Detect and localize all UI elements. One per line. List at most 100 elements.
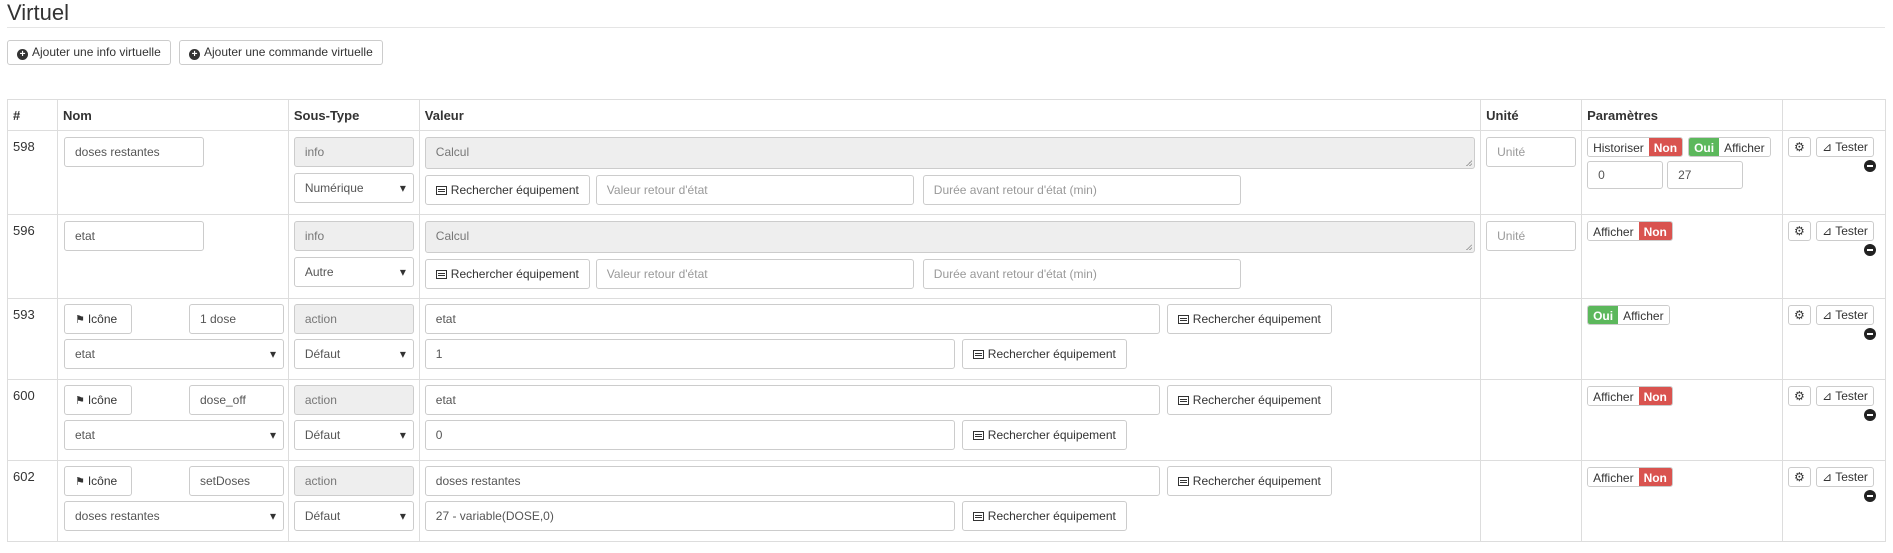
target-select[interactable]: doses restantes xyxy=(63,501,284,531)
list-icon xyxy=(1177,477,1189,486)
name-input[interactable]: 1 dose xyxy=(188,304,284,334)
icon-button[interactable]: ⚑ Icône xyxy=(63,304,132,334)
search-equipment-button[interactable]: Rechercher équipement xyxy=(961,501,1127,531)
resize-handle[interactable] xyxy=(1465,244,1472,250)
command-input[interactable]: etat xyxy=(424,385,1160,415)
table-row: 602 ⚑Icône setDoses doses restantes acti… xyxy=(7,460,1886,542)
cogs-icon: ⚙ xyxy=(1794,140,1805,154)
target-select[interactable]: etat xyxy=(63,339,284,369)
remove-icon[interactable] xyxy=(1864,490,1877,502)
command-input[interactable]: doses restantes xyxy=(424,466,1160,496)
test-button[interactable]: ⊿ Tester xyxy=(1816,221,1874,241)
list-icon xyxy=(972,431,984,440)
subtype-select[interactable]: Défaut xyxy=(293,501,414,531)
search-equipment-button[interactable]: Rechercher équipement xyxy=(424,175,590,205)
subtype-select[interactable]: Défaut xyxy=(293,339,414,369)
remove-icon[interactable] xyxy=(1864,244,1877,256)
display-toggle[interactable]: Afficher Non xyxy=(1587,221,1673,241)
test-button[interactable]: ⊿ Tester xyxy=(1816,386,1874,406)
search-equipment-button[interactable]: Rechercher équipement xyxy=(1166,304,1332,334)
table-row: 600 ⚑Icône dose_off etat action Défaut e… xyxy=(7,379,1886,461)
test-button[interactable]: ⊿ Tester xyxy=(1816,137,1874,157)
list-icon xyxy=(972,350,984,359)
configure-button[interactable]: ⚙ xyxy=(1788,221,1811,241)
plus-circle-icon: + xyxy=(189,49,200,60)
min-input[interactable]: 0 xyxy=(1587,161,1664,189)
commands-table: # Nom Sous-Type Valeur Unité Paramètres … xyxy=(7,99,1886,542)
plus-circle-icon: + xyxy=(17,49,28,60)
type-field: action xyxy=(293,385,414,415)
name-input[interactable]: doses restantes xyxy=(63,137,204,167)
display-toggle[interactable]: Afficher Non xyxy=(1587,386,1673,406)
remove-icon[interactable] xyxy=(1864,328,1877,340)
display-toggle[interactable]: Afficher Non xyxy=(1587,467,1673,487)
col-header-unit: Unité xyxy=(1480,99,1583,131)
list-icon xyxy=(972,512,984,521)
rss-icon: ⊿ xyxy=(1822,470,1836,484)
resize-handle[interactable] xyxy=(1465,160,1472,166)
rss-icon: ⊿ xyxy=(1822,224,1836,238)
search-equipment-button[interactable]: Rechercher équipement xyxy=(961,420,1127,450)
test-button[interactable]: ⊿ Tester xyxy=(1816,305,1874,325)
cogs-icon: ⚙ xyxy=(1794,308,1805,322)
return-value-input[interactable]: Valeur retour d'état xyxy=(595,259,914,289)
calcul-textarea[interactable]: Calcul xyxy=(424,137,1475,169)
icon-button[interactable]: ⚑ Icône xyxy=(63,466,132,496)
calcul-textarea[interactable]: Calcul xyxy=(424,221,1475,253)
configure-button[interactable]: ⚙ xyxy=(1788,305,1811,325)
max-input[interactable]: 27 xyxy=(1667,161,1744,189)
test-button[interactable]: ⊿ Tester xyxy=(1816,467,1874,487)
remove-icon[interactable] xyxy=(1864,409,1877,421)
add-command-button[interactable]: + Ajouter une commande virtuelle xyxy=(179,40,383,65)
table-row: 598 doses restantes info Numérique Calcu… xyxy=(7,130,1886,215)
row-id: 593 xyxy=(13,307,35,322)
command-input[interactable]: etat xyxy=(424,304,1160,334)
subtype-select[interactable]: Autre xyxy=(293,257,414,287)
title-divider xyxy=(7,27,1885,28)
display-toggle[interactable]: Oui Afficher xyxy=(1587,305,1670,325)
search-equipment-button[interactable]: Rechercher équipement xyxy=(1166,466,1332,496)
list-icon xyxy=(435,186,447,195)
cogs-icon: ⚙ xyxy=(1794,224,1805,238)
display-toggle[interactable]: Oui Afficher xyxy=(1688,137,1771,157)
page-title: Virtuel xyxy=(7,0,69,25)
type-field: action xyxy=(293,466,414,496)
return-delay-input[interactable]: Durée avant retour d'état (min) xyxy=(922,259,1241,289)
value-input[interactable]: 27 - variable(DOSE,0) xyxy=(424,501,955,531)
search-equipment-button[interactable]: Rechercher équipement xyxy=(1166,385,1332,415)
return-value-input[interactable]: Valeur retour d'état xyxy=(595,175,914,205)
list-icon xyxy=(1177,396,1189,405)
cogs-icon: ⚙ xyxy=(1794,470,1805,484)
icon-button[interactable]: ⚑ Icône xyxy=(63,385,132,415)
configure-button[interactable]: ⚙ xyxy=(1788,137,1811,157)
rss-icon: ⊿ xyxy=(1822,308,1836,322)
rss-icon: ⊿ xyxy=(1822,389,1836,403)
col-header-name: Nom xyxy=(56,99,289,131)
row-id: 602 xyxy=(13,469,35,484)
list-icon xyxy=(435,270,447,279)
search-equipment-button[interactable]: Rechercher équipement xyxy=(424,259,590,289)
configure-button[interactable]: ⚙ xyxy=(1788,386,1811,406)
flag-icon: ⚑ xyxy=(74,476,85,488)
row-id: 600 xyxy=(13,388,35,403)
col-header-subtype: Sous-Type xyxy=(287,99,420,131)
target-select[interactable]: etat xyxy=(63,420,284,450)
unit-input[interactable]: Unité xyxy=(1486,221,1577,251)
table-header: # Nom Sous-Type Valeur Unité Paramètres xyxy=(7,99,1886,131)
remove-icon[interactable] xyxy=(1864,160,1877,172)
value-input[interactable]: 1 xyxy=(424,339,955,369)
name-input[interactable]: dose_off xyxy=(188,385,284,415)
name-input[interactable]: setDoses xyxy=(188,466,284,496)
flag-icon: ⚑ xyxy=(74,395,85,407)
unit-input[interactable]: Unité xyxy=(1486,137,1577,167)
subtype-select[interactable]: Défaut xyxy=(293,420,414,450)
configure-button[interactable]: ⚙ xyxy=(1788,467,1811,487)
subtype-select[interactable]: Numérique xyxy=(293,173,414,203)
name-input[interactable]: etat xyxy=(63,221,204,251)
return-delay-input[interactable]: Durée avant retour d'état (min) xyxy=(922,175,1241,205)
search-equipment-button[interactable]: Rechercher équipement xyxy=(961,339,1127,369)
value-input[interactable]: 0 xyxy=(424,420,955,450)
add-info-button[interactable]: + Ajouter une info virtuelle xyxy=(7,40,171,65)
historize-toggle[interactable]: Historiser Non xyxy=(1587,137,1684,157)
rss-icon: ⊿ xyxy=(1822,140,1836,154)
